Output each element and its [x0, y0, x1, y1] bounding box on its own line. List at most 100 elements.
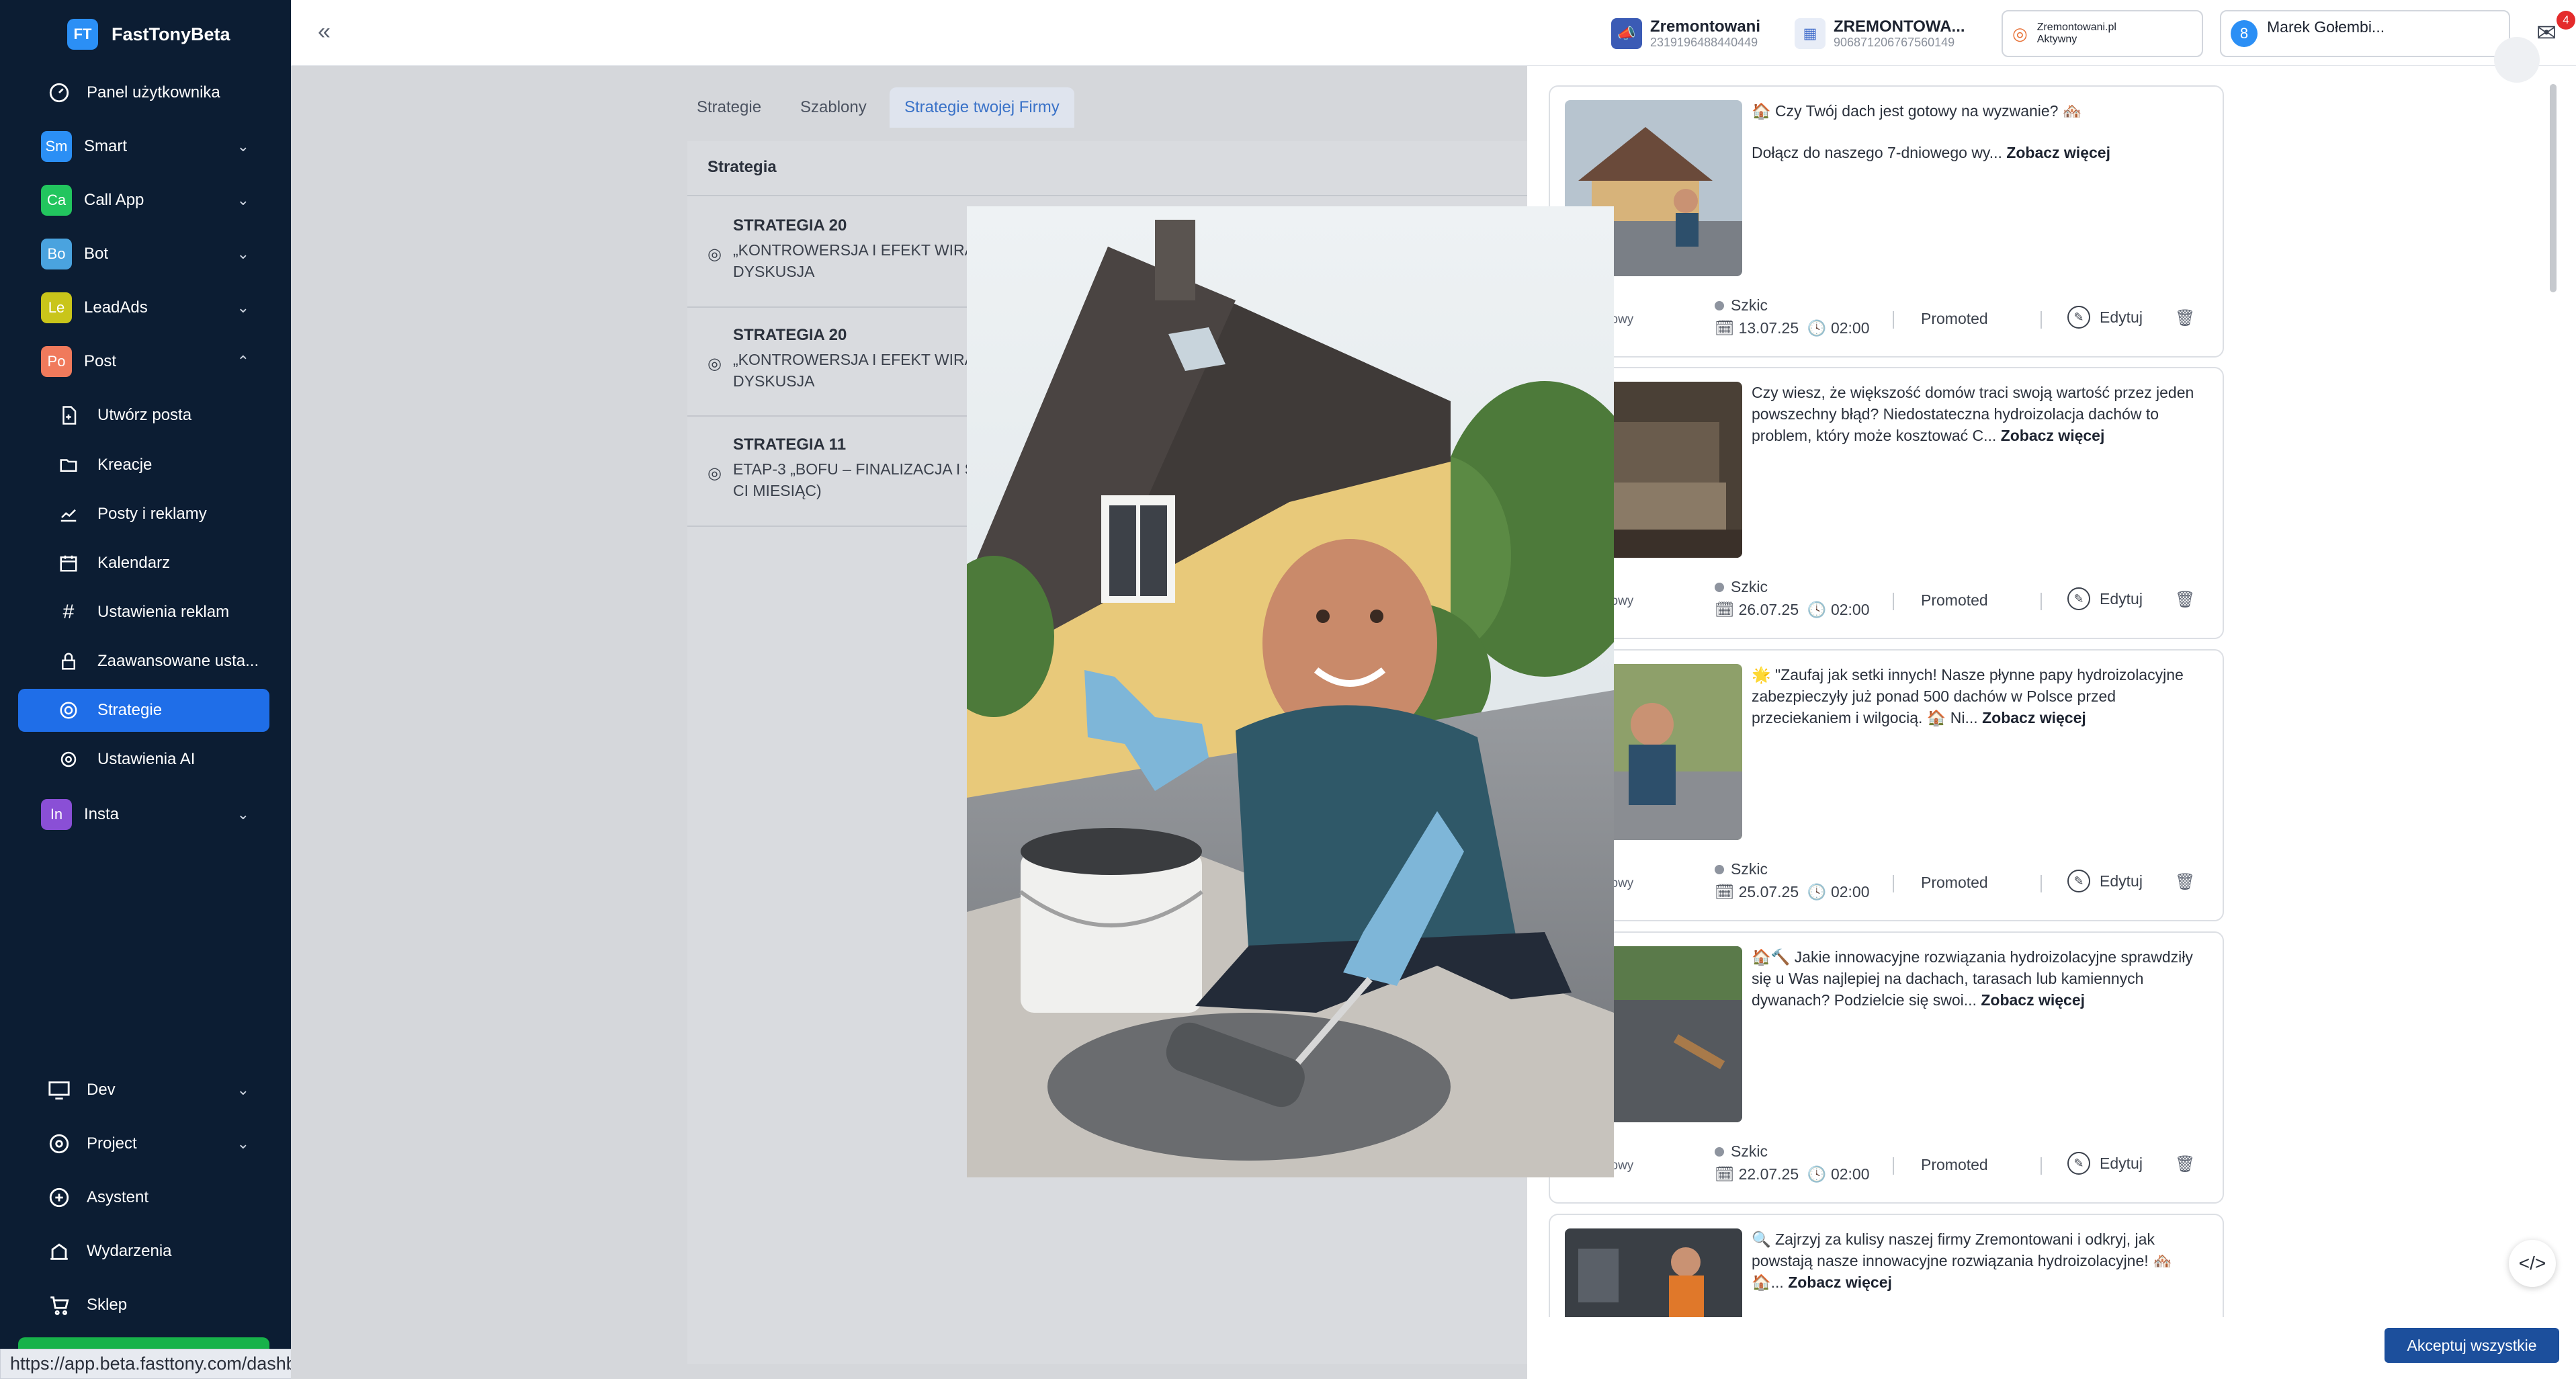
smart-badge: Sm	[41, 131, 72, 162]
sidebar-item-insta[interactable]: In Insta ⌄	[18, 793, 269, 836]
divider	[1893, 311, 1894, 329]
brand-logo: FT	[67, 19, 98, 50]
see-more-link[interactable]: Zobacz więcej	[1981, 991, 2085, 1009]
post-card[interactable]: 🏠 Czy Twój dach jest gotowy na wyzwanie?…	[1549, 85, 2224, 358]
strategy-title: STRATEGIA 20	[733, 326, 847, 344]
sidebar-item-posts-ads[interactable]: Posty i reklamy	[18, 493, 269, 536]
accept-all-button[interactable]: Akceptuj wszystkie	[2385, 1328, 2559, 1363]
sidebar-item-smart[interactable]: Sm Smart ⌄	[18, 125, 269, 168]
edit-label: Edytuj	[2100, 589, 2143, 608]
divider	[1893, 875, 1894, 892]
mail-button[interactable]: ✉ 4	[2536, 11, 2575, 47]
see-more-link[interactable]: Zobacz więcej	[2006, 144, 2110, 161]
table-row[interactable]: STRATEGIA 11 ◎ ETAP-3 „BOFU – FINALIZACJ…	[707, 435, 976, 501]
sidebar-item-label: Ustawienia AI	[97, 750, 196, 768]
divider	[2041, 311, 2042, 329]
close-panel-button[interactable]	[2494, 37, 2540, 83]
code-icon[interactable]: </>	[2509, 1240, 2556, 1287]
post-status: Szkic	[1715, 296, 1768, 315]
edit-button[interactable]: ✎ Edytuj	[2067, 1152, 2143, 1175]
sidebar: FT FastTonyBeta Panel użytkownika Sm Sma…	[0, 0, 291, 1379]
post-thumbnail[interactable]	[1565, 1228, 1742, 1317]
time-label: 02:00	[1830, 319, 1870, 337]
sidebar-item-label: Zaawansowane usta...	[97, 652, 259, 670]
promoted-label: Promoted	[1921, 1156, 1988, 1173]
post-text: 🌟 "Zaufaj jak setki innych! Nasze płynne…	[1752, 666, 2184, 726]
post-text: Dołącz do naszego 7-dniowego wy...	[1752, 144, 2002, 161]
table-row[interactable]: STRATEGIA 20 ◎ „KONTROWERSJA I EFEKT WIR…	[707, 326, 976, 392]
see-more-link[interactable]: Zobacz więcej	[2001, 427, 2105, 444]
tab-templates[interactable]: Szablony	[785, 87, 882, 128]
dashboard-icon	[45, 79, 73, 107]
brand[interactable]: FT FastTonyBeta	[67, 19, 230, 50]
sidebar-item-dev[interactable]: Dev ⌄	[18, 1069, 269, 1112]
sidebar-item-callapp[interactable]: Ca Call App ⌄	[18, 179, 269, 222]
sidebar-item-ad-settings[interactable]: # Ustawienia reklam	[18, 591, 269, 634]
trash-icon[interactable]: 🗑	[2175, 872, 2195, 892]
sidebar-item-ai-settings[interactable]: Ustawienia AI	[18, 738, 269, 781]
table-row[interactable]: STRATEGIA 20 ◎ „KONTROWERSJA I EFEKT WIR…	[707, 216, 976, 282]
sidebar-item-label: Insta	[84, 805, 120, 823]
sidebar-item-create-post[interactable]: Utwórz posta	[18, 394, 269, 437]
image-preview-modal[interactable]	[967, 206, 1614, 1177]
post-text: Czy wiesz, że większość domów traci swoj…	[1752, 384, 2194, 444]
trash-icon[interactable]: 🗑	[2175, 1155, 2195, 1174]
building-icon: ▦	[1795, 18, 1826, 49]
sidebar-item-creatives[interactable]: Kreacje	[18, 444, 269, 487]
post-date: 🗓 25.07.25 🕓 02:00	[1715, 883, 1870, 901]
strategy-desc: DYSKUSJA	[733, 372, 815, 390]
sidebar-item-project[interactable]: Project ⌄	[18, 1122, 269, 1165]
sidebar-item-strategies[interactable]: Strategie	[18, 689, 269, 732]
edit-button[interactable]: ✎ Edytuj	[2067, 870, 2143, 892]
collapse-sidebar-icon[interactable]: «	[318, 19, 331, 45]
account-google[interactable]: ▦ ZREMONTOWA... 906871206767560149	[1795, 12, 1965, 55]
sidebar-item-panel[interactable]: Panel użytkownika	[18, 71, 269, 114]
calendar-icon	[54, 549, 83, 577]
sidebar-item-label: Wydarzenia	[87, 1242, 172, 1260]
time-label: 02:00	[1830, 1165, 1870, 1183]
scrollbar[interactable]	[2550, 84, 2557, 292]
sidebar-item-bot[interactable]: Bo Bot ⌄	[18, 233, 269, 276]
account-website[interactable]: ◎ Zremontowani.pl Aktywny	[2002, 10, 2203, 57]
see-more-link[interactable]: Zobacz więcej	[1982, 709, 2086, 726]
sidebar-item-events[interactable]: Wydarzenia	[18, 1230, 269, 1273]
sidebar-item-label: Post	[84, 352, 117, 370]
sidebar-item-label: Asystent	[87, 1188, 149, 1206]
account-facebook[interactable]: 📣 Zremontowani 2319196488440449	[1611, 12, 1760, 55]
trash-icon[interactable]: 🗑	[2175, 590, 2195, 610]
tab-strategies[interactable]: Strategie	[682, 87, 776, 128]
post-card[interactable]: 🔍 Zajrzyj za kulisy naszej firmy Zremont…	[1549, 1214, 2224, 1317]
status-label: Szkic	[1731, 578, 1768, 595]
post-date: 🗓 13.07.25 🕓 02:00	[1715, 319, 1870, 337]
sidebar-item-calendar[interactable]: Kalendarz	[18, 542, 269, 585]
events-icon	[45, 1237, 73, 1265]
divider	[2041, 1157, 2042, 1175]
edit-button[interactable]: ✎ Edytuj	[2067, 306, 2143, 329]
post-card[interactable]: 🌟 "Zaufaj jak setki innych! Nasze płynne…	[1549, 649, 2224, 921]
bot-badge: Bo	[41, 239, 72, 269]
strategy-icon: ◎	[707, 464, 722, 483]
tab-company-strategies[interactable]: Strategie twojej Firmy	[890, 87, 1074, 128]
post-card[interactable]: 🏠🔨 Jakie innowacyjne rozwiązania hydroiz…	[1549, 931, 2224, 1204]
post-card[interactable]: Czy wiesz, że większość domów traci swoj…	[1549, 367, 2224, 639]
see-more-link[interactable]: Zobacz więcej	[1788, 1273, 1892, 1291]
account-id: 2319196488440449	[1650, 36, 1758, 49]
trash-icon[interactable]: 🗑	[2175, 308, 2195, 328]
megaphone-icon: 📣	[1611, 18, 1642, 49]
post-date: 🗓 22.07.25 🕓 02:00	[1715, 1165, 1870, 1183]
sidebar-item-shop[interactable]: Sklep	[18, 1284, 269, 1327]
sidebar-item-assistant[interactable]: Asystent	[18, 1176, 269, 1219]
sidebar-item-post[interactable]: Po Post ⌃	[18, 340, 269, 383]
strategy-title: STRATEGIA 11	[733, 435, 847, 454]
sidebar-item-leadads[interactable]: Le LeadAds ⌄	[18, 286, 269, 329]
post-date: 🗓 26.07.25 🕓 02:00	[1715, 601, 1870, 618]
sidebar-item-advanced-settings[interactable]: Zaawansowane usta...	[18, 640, 269, 683]
post-status: Szkic	[1715, 578, 1768, 596]
edit-button[interactable]: ✎ Edytuj	[2067, 587, 2143, 610]
strategy-icon	[54, 696, 83, 724]
folder-icon	[54, 451, 83, 479]
date-label: 25.07.25	[1738, 883, 1799, 901]
user-menu[interactable]: 8 Marek Gołembi...	[2220, 10, 2510, 57]
strategy-icon: ◎	[707, 245, 722, 263]
post-status: Szkic	[1715, 1142, 1768, 1161]
